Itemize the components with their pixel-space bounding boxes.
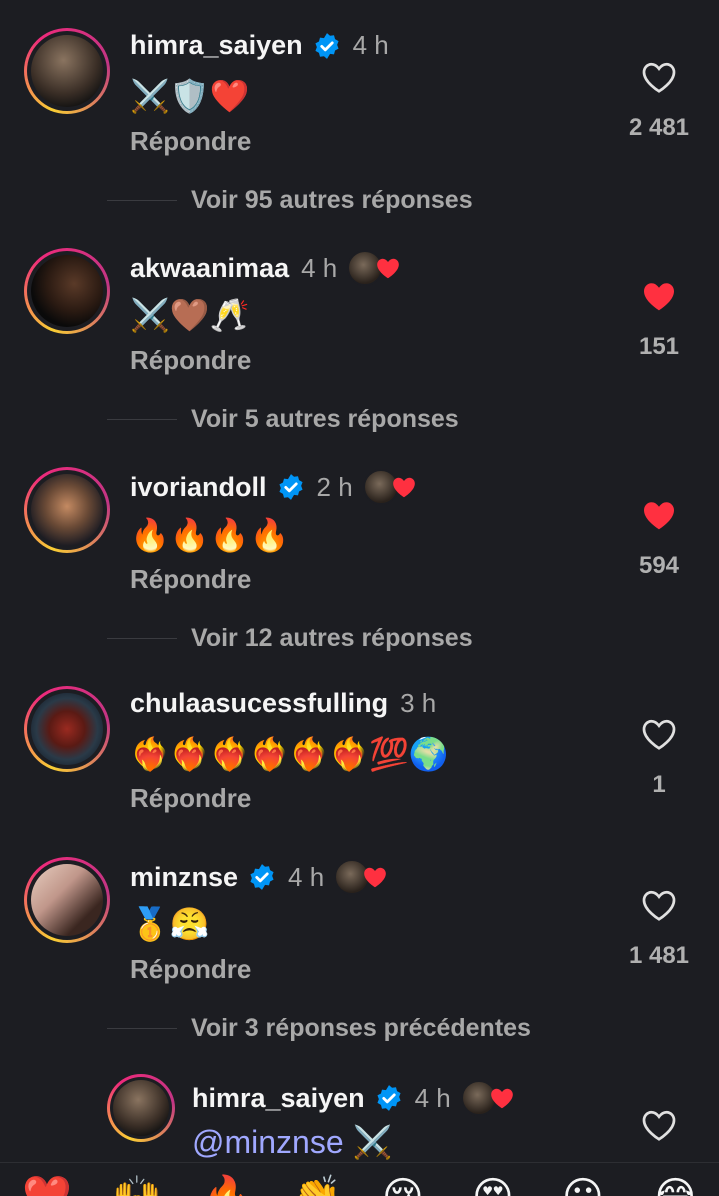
comment-text: @minznse ⚔️ <box>192 1124 392 1160</box>
avatar[interactable] <box>107 1074 175 1142</box>
view-previous-replies[interactable]: Voir 3 réponses précédentes <box>107 1014 531 1043</box>
liked-by-author <box>347 250 401 286</box>
liked-by-author <box>362 469 417 505</box>
avatar[interactable] <box>24 28 110 114</box>
view-more-replies[interactable]: Voir 12 autres réponses <box>107 624 473 653</box>
heart-filled-icon <box>392 477 415 498</box>
view-more-label[interactable]: Voir 5 autres réponses <box>191 405 459 434</box>
username[interactable]: chulaasucessfulling <box>130 688 388 719</box>
verified-badge-icon <box>377 1085 401 1111</box>
comment-text: ❤️‍🔥❤️‍🔥❤️‍🔥❤️‍🔥❤️‍🔥❤️‍🔥💯🌍 <box>130 736 449 772</box>
verified-badge-icon <box>278 474 303 500</box>
heart-filled-icon <box>377 258 400 279</box>
like-count: 1 481 <box>628 942 690 969</box>
verified-badge-icon <box>315 32 339 59</box>
reply-text: ⚔️ <box>352 1124 393 1160</box>
timestamp: 4 h <box>414 1082 451 1113</box>
reaction-laughing[interactable]: 😂 <box>652 1177 699 1196</box>
quick-reactions-bar: ❤️ 🙌 🔥 👏 😢 😍 😮 😂 <box>0 1162 719 1196</box>
heart-filled-icon <box>364 867 387 888</box>
timestamp: 2 h <box>316 471 353 502</box>
reaction-fire[interactable]: 🔥 <box>202 1177 252 1196</box>
reaction-surprised[interactable]: 😮 <box>562 1177 604 1196</box>
username[interactable]: ivoriandoll <box>130 472 267 503</box>
reaction-heart-eyes[interactable]: 😍 <box>472 1177 514 1196</box>
username[interactable]: himra_saiyen <box>192 1083 365 1114</box>
comment-text: ⚔️🤎🥂 <box>130 297 250 333</box>
like-count: 1 <box>652 771 666 798</box>
reply-button[interactable]: Répondre <box>130 783 251 814</box>
view-more-label[interactable]: Voir 12 autres réponses <box>191 624 473 653</box>
heart-outline-icon[interactable] <box>641 60 677 94</box>
username[interactable]: himra_saiyen <box>130 30 303 61</box>
liked-by-author <box>334 859 388 895</box>
avatar[interactable] <box>24 686 110 772</box>
reply-button[interactable]: Répondre <box>130 564 251 595</box>
divider-line <box>107 638 177 639</box>
heart-filled-icon[interactable] <box>641 279 677 313</box>
view-more-label[interactable]: Voir 3 réponses précédentes <box>191 1014 531 1043</box>
heart-filled-icon[interactable] <box>641 498 677 532</box>
like-count: 2 481 <box>628 114 690 141</box>
timestamp: 4 h <box>352 30 389 60</box>
timestamp: 3 h <box>400 688 437 718</box>
heart-outline-icon[interactable] <box>641 717 677 751</box>
view-more-replies[interactable]: Voir 95 autres réponses <box>107 186 473 215</box>
comment-text: 🔥🔥🔥🔥 <box>130 517 290 553</box>
avatar[interactable] <box>24 248 110 334</box>
timestamp: 4 h <box>288 861 325 892</box>
reaction-crying[interactable]: 😢 <box>382 1177 424 1196</box>
reply-button[interactable]: Répondre <box>130 954 251 985</box>
avatar[interactable] <box>24 857 110 943</box>
divider-line <box>107 419 177 420</box>
view-more-replies[interactable]: Voir 5 autres réponses <box>107 405 459 434</box>
like-count: 151 <box>638 333 680 360</box>
heart-filled-icon <box>490 1088 513 1109</box>
like-count: 594 <box>638 552 680 579</box>
divider-line <box>107 1028 177 1029</box>
username[interactable]: minznse <box>130 862 238 893</box>
liked-by-author <box>460 1080 515 1116</box>
reply-button[interactable]: Répondre <box>130 126 251 157</box>
mention-link[interactable]: @minznse <box>192 1124 344 1160</box>
verified-badge-icon <box>250 864 274 890</box>
heart-outline-icon[interactable] <box>641 1108 677 1142</box>
divider-line <box>107 200 177 201</box>
heart-outline-icon[interactable] <box>641 888 677 922</box>
view-more-label[interactable]: Voir 95 autres réponses <box>191 186 473 215</box>
reaction-clap[interactable]: 👏 <box>292 1177 342 1196</box>
reaction-raised-hands[interactable]: 🙌 <box>112 1177 162 1196</box>
timestamp: 4 h <box>301 252 338 283</box>
reaction-heart[interactable]: ❤️ <box>22 1177 72 1196</box>
comment-text: 🥇😤 <box>130 906 210 942</box>
avatar[interactable] <box>24 467 110 553</box>
reply-button[interactable]: Répondre <box>130 345 251 376</box>
username[interactable]: akwaanimaa <box>130 253 289 284</box>
comment-text: ⚔️🛡️❤️ <box>130 78 250 114</box>
